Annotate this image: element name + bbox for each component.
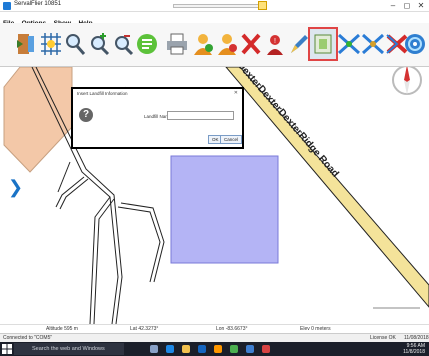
route-alt-icon (361, 33, 385, 55)
servalflier-task-icon[interactable] (246, 345, 254, 353)
toolbar: ! (0, 23, 429, 67)
pan-grid-icon (41, 33, 61, 55)
system-tray[interactable]: 9:56 AM 11/8/2018 (403, 343, 425, 355)
zoom-in-icon (91, 33, 110, 56)
task-view-icon[interactable] (150, 345, 158, 353)
cancel-button[interactable]: Cancel (220, 135, 243, 144)
select-area-button[interactable] (308, 27, 338, 61)
edit-icon (291, 35, 308, 53)
app-task-icon[interactable] (262, 345, 270, 353)
edit-button[interactable] (286, 29, 312, 59)
alert-button[interactable]: ! (262, 29, 288, 59)
progress-track (173, 4, 263, 8)
landmark-button[interactable] (134, 29, 160, 59)
exit-button[interactable] (14, 29, 40, 59)
delete-icon (241, 33, 261, 55)
latitude-readout: Lat 42.3273° (130, 326, 159, 332)
pan-grid-button[interactable] (38, 29, 64, 59)
compass-tail (404, 80, 410, 95)
status-bar: Altitude 595 m Lat 42.3273° Lon -83.6673… (0, 324, 429, 333)
maximize-button[interactable]: ◻ (400, 1, 414, 11)
menu-bar: File Options Show Help (0, 12, 429, 27)
connection-bar: Connected to "COM5" License OK 11/08/201… (0, 333, 429, 342)
connection-date: 11/08/2018 (404, 335, 429, 341)
print-button[interactable] (164, 29, 190, 59)
connection-status: Connected to "COM5" (3, 335, 53, 341)
chevron-right-icon[interactable]: ❯ (8, 177, 23, 198)
file-explorer-icon[interactable] (182, 345, 190, 353)
alert-icon: ! (267, 35, 283, 55)
windows-start-icon[interactable] (2, 344, 12, 354)
route-button[interactable] (336, 29, 362, 59)
license-status: License OK (370, 335, 396, 341)
zoom-out-button[interactable] (110, 29, 136, 59)
dialog-close-button[interactable]: ✕ (234, 90, 238, 96)
globe-button[interactable] (402, 29, 428, 59)
close-button[interactable]: ✕ (414, 1, 428, 11)
route-alt-button[interactable] (360, 29, 386, 59)
taskbar: Search the web and Windows 9:56 AM 11/8/… (0, 342, 429, 356)
landfill-name-input[interactable] (167, 111, 234, 120)
person-add-button[interactable] (190, 29, 216, 59)
zoom-icon (66, 34, 86, 55)
globe-icon (405, 34, 425, 54)
compass-needle-icon (404, 67, 410, 82)
app-icon (3, 2, 11, 10)
person-remove-icon (218, 34, 237, 55)
landmark-icon (137, 34, 157, 54)
delete-button[interactable] (238, 29, 264, 59)
zoom-in-button[interactable] (86, 29, 112, 59)
print-icon (167, 33, 187, 55)
progress-handle[interactable] (258, 1, 267, 10)
person-remove-button[interactable] (214, 29, 240, 59)
route-icon (337, 33, 361, 55)
minimize-button[interactable]: – (386, 1, 400, 11)
zoom-out-icon (115, 35, 134, 56)
exit-icon (17, 34, 34, 54)
question-icon: ? (79, 108, 93, 122)
taskbar-search[interactable]: Search the web and Windows (14, 343, 124, 355)
firefox-icon[interactable] (214, 345, 222, 353)
altitude-readout: Altitude 595 m (46, 326, 78, 332)
person-add-icon (194, 34, 213, 55)
window-title: ServalFlier 10851 (14, 1, 62, 7)
chrome-icon[interactable] (230, 345, 238, 353)
zoom-button[interactable] (62, 29, 88, 59)
elevation-readout: Elev 0 meters (300, 326, 331, 332)
select-area-icon (314, 34, 332, 54)
longitude-readout: Lon -83.6673° (216, 326, 248, 332)
dialog-title: Insert Landfill Information (77, 91, 128, 96)
ie-icon[interactable] (198, 345, 206, 353)
landfill-area[interactable] (170, 155, 279, 264)
title-bar: ServalFlier 10851 – ◻ ✕ (0, 0, 429, 12)
landfill-dialog: Insert Landfill Information ✕ ? Landfill… (71, 87, 244, 149)
svg-text:!: ! (274, 38, 276, 45)
edge-icon[interactable] (166, 345, 174, 353)
tray-date: 11/8/2018 (403, 349, 425, 355)
